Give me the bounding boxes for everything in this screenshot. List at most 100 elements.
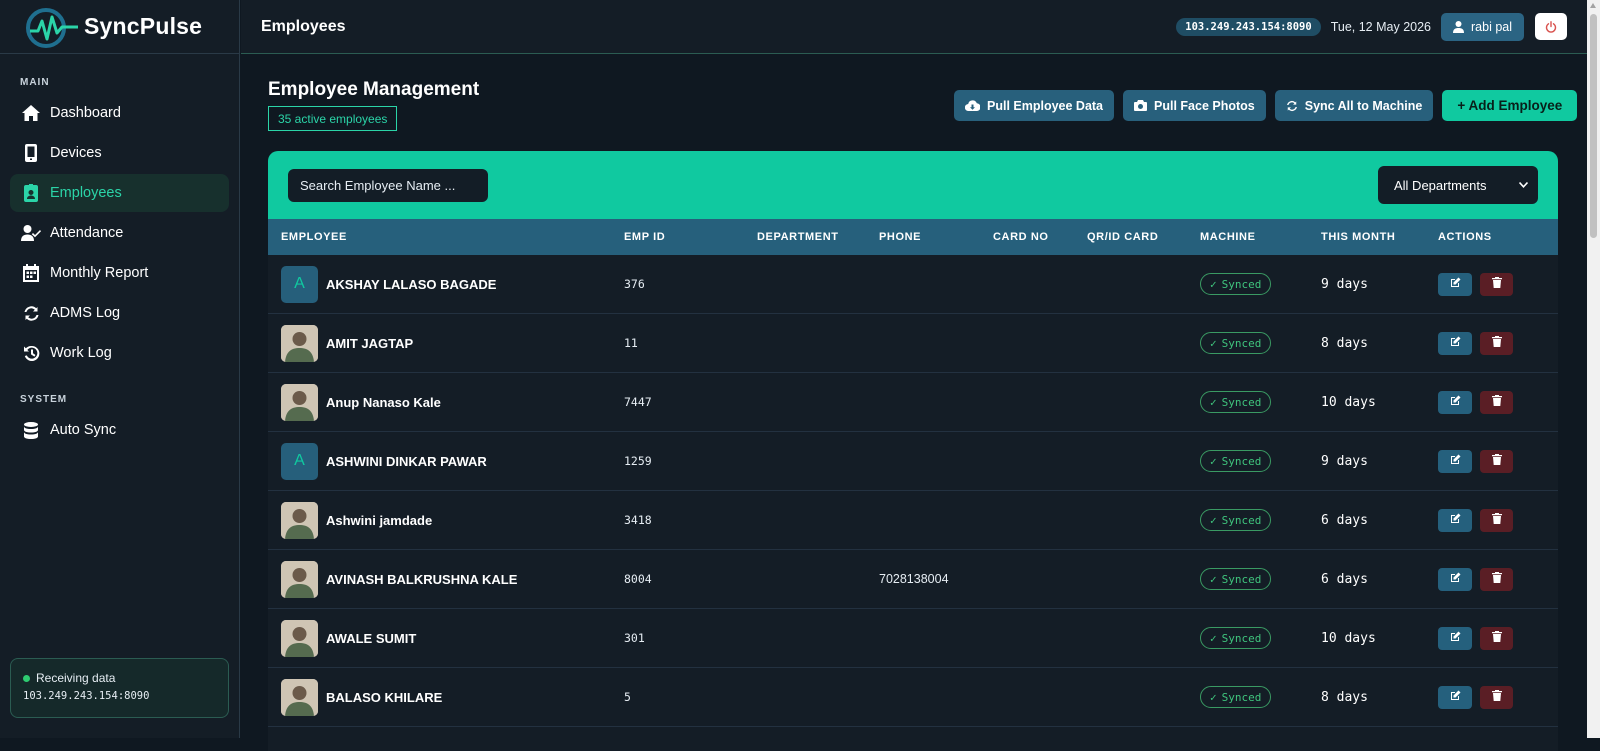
col-header-this-month[interactable]: THIS MONTH [1321,231,1438,243]
logout-button[interactable] [1535,13,1567,40]
search-input[interactable]: Search Employee Name ... [288,169,488,202]
col-header-employee[interactable]: EMPLOYEE [268,231,624,243]
col-header-qr-id-card[interactable]: QR/ID CARD [1087,231,1200,243]
edit-icon [1450,393,1461,411]
edit-icon [1450,452,1461,470]
synced-badge: ✓ Synced [1200,332,1272,354]
col-header-card-no[interactable]: CARD NO [993,231,1087,243]
delete-button[interactable] [1480,508,1513,532]
phone-cell: 7028138004 [879,572,949,586]
edit-button[interactable] [1438,685,1472,709]
actions-cell [1438,685,1558,709]
edit-button[interactable] [1438,272,1472,296]
edit-button[interactable] [1438,567,1472,591]
sidebar-item-attendance[interactable]: Attendance [10,214,229,252]
synced-badge: ✓ Synced [1200,686,1272,708]
nav-section-main: MAIN [20,77,50,88]
edit-button[interactable] [1438,390,1472,414]
col-header-phone[interactable]: PHONE [879,231,993,243]
power-icon [1545,20,1557,33]
pull-face-photos-button[interactable]: Pull Face Photos [1123,90,1266,121]
sidebar-item-employees[interactable]: Employees [10,174,229,212]
status-address: 103.249.243.154:8090 [23,690,150,702]
scrollbar-thumb[interactable] [1590,14,1597,238]
employee-name[interactable]: AWALE SUMIT [326,631,416,646]
edit-button[interactable] [1438,626,1472,650]
employee-name[interactable]: AKSHAY LALASO BAGADE [326,277,496,292]
edit-button[interactable] [1438,449,1472,473]
sidebar-item-devices[interactable]: Devices [10,134,229,172]
mobile-icon [21,143,41,163]
col-header-machine[interactable]: MACHINE [1200,231,1321,243]
pull-face-photos-label: Pull Face Photos [1154,98,1255,113]
actions-cell [1438,331,1558,355]
avatar [281,383,318,421]
employee-name[interactable]: AVINASH BALKRUSHNA KALE [326,572,517,587]
table-row[interactable]: A AKSHAY LALASO BAGADE 376 ✓ Synced 9 days [268,255,1558,314]
delete-button[interactable] [1480,685,1513,709]
table-row[interactable]: AMIT JAGTAP 11 ✓ Synced 8 days [268,314,1558,373]
synced-badge: ✓ Synced [1200,509,1272,531]
edit-button[interactable] [1438,331,1472,355]
delete-button[interactable] [1480,331,1513,355]
machine-cell: ✓ Synced [1200,627,1321,649]
pull-employee-data-button[interactable]: Pull Employee Data [954,90,1115,121]
emp-id-cell: 1259 [624,454,652,468]
delete-button[interactable] [1480,567,1513,591]
delete-button[interactable] [1480,390,1513,414]
department-filter-select[interactable]: All Departments [1378,166,1538,204]
add-employee-button[interactable]: + Add Employee [1442,90,1578,121]
delete-button[interactable] [1480,449,1513,473]
synced-badge: ✓ Synced [1200,273,1272,295]
brand-name: SyncPulse [84,13,203,39]
emp-id-cell: 376 [624,277,645,291]
page-scrollbar[interactable] [1587,0,1600,738]
sidebar-item-adms-log[interactable]: ADMS Log [10,294,229,332]
table-row[interactable]: Ashwini jamdade 3418 ✓ Synced 6 days [268,491,1558,550]
table-row[interactable]: AVINASH BALKRUSHNA KALE 8004 7028138004 ✓ Sy… [268,550,1558,609]
sidebar-item-label: Attendance [50,225,124,241]
table-row[interactable]: BALASO KHILARE 5 ✓ Synced 8 days [268,668,1558,727]
edit-button[interactable] [1438,508,1472,532]
employee-cell: A AKSHAY LALASO BAGADE [268,265,624,303]
avatar: A [281,265,318,303]
employee-name[interactable]: Anup Nanaso Kale [326,395,441,410]
sync-all-to-machine-button[interactable]: Sync All to Machine [1274,90,1434,121]
employee-name[interactable]: Ashwini jamdade [326,513,432,528]
topbar: Employees 103.249.243.154:8090 Tue, 12 M… [241,0,1587,54]
table-row[interactable]: Anup Nanaso Kale 7447 ✓ Synced 10 days [268,373,1558,432]
employee-name[interactable]: AMIT JAGTAP [326,336,413,351]
brand[interactable]: SyncPulse [0,0,239,54]
table-row[interactable]: AWALE SUMIT 301 ✓ Synced 10 days [268,609,1558,668]
machine-cell: ✓ Synced [1200,450,1321,472]
sidebar-item-work-log[interactable]: Work Log [10,334,229,372]
this-month-cell: 10 days [1321,394,1376,410]
actions-cell [1438,272,1558,296]
avatar [281,678,318,716]
sidebar-item-auto-sync[interactable]: Auto Sync [10,411,229,449]
user-menu-button[interactable]: rabi pal [1441,12,1524,41]
sidebar-item-dashboard[interactable]: Dashboard [10,94,229,132]
trash-icon [1491,511,1502,529]
connection-status-card: Receiving data 103.249.243.154:8090 [10,658,229,718]
chevron-down-icon [1519,182,1528,188]
check-icon: ✓ [1210,513,1217,527]
table-row[interactable]: A ASHWINI DINKAR PAWAR 1259 ✓ Synced 9 days [268,432,1558,491]
trash-icon [1491,334,1502,352]
machine-cell: ✓ Synced [1200,509,1321,531]
sidebar-item-label: Dashboard [50,105,121,121]
scroll-up-arrow-icon[interactable] [1590,3,1596,8]
department-filter-value: All Departments [1394,177,1487,193]
col-header-department[interactable]: DEPARTMENT [757,231,879,243]
employee-name[interactable]: ASHWINI DINKAR PAWAR [326,454,487,469]
col-header-emp-id[interactable]: EMP ID [624,231,757,243]
delete-button[interactable] [1480,272,1513,296]
delete-button[interactable] [1480,626,1513,650]
machine-cell: ✓ Synced [1200,686,1321,708]
pull-employee-data-label: Pull Employee Data [987,98,1104,113]
employee-name[interactable]: BALASO KHILARE [326,690,442,705]
sidebar-item-monthly-report[interactable]: Monthly Report [10,254,229,292]
edit-icon [1450,511,1461,529]
trash-icon [1491,393,1502,411]
edit-icon [1450,275,1461,293]
